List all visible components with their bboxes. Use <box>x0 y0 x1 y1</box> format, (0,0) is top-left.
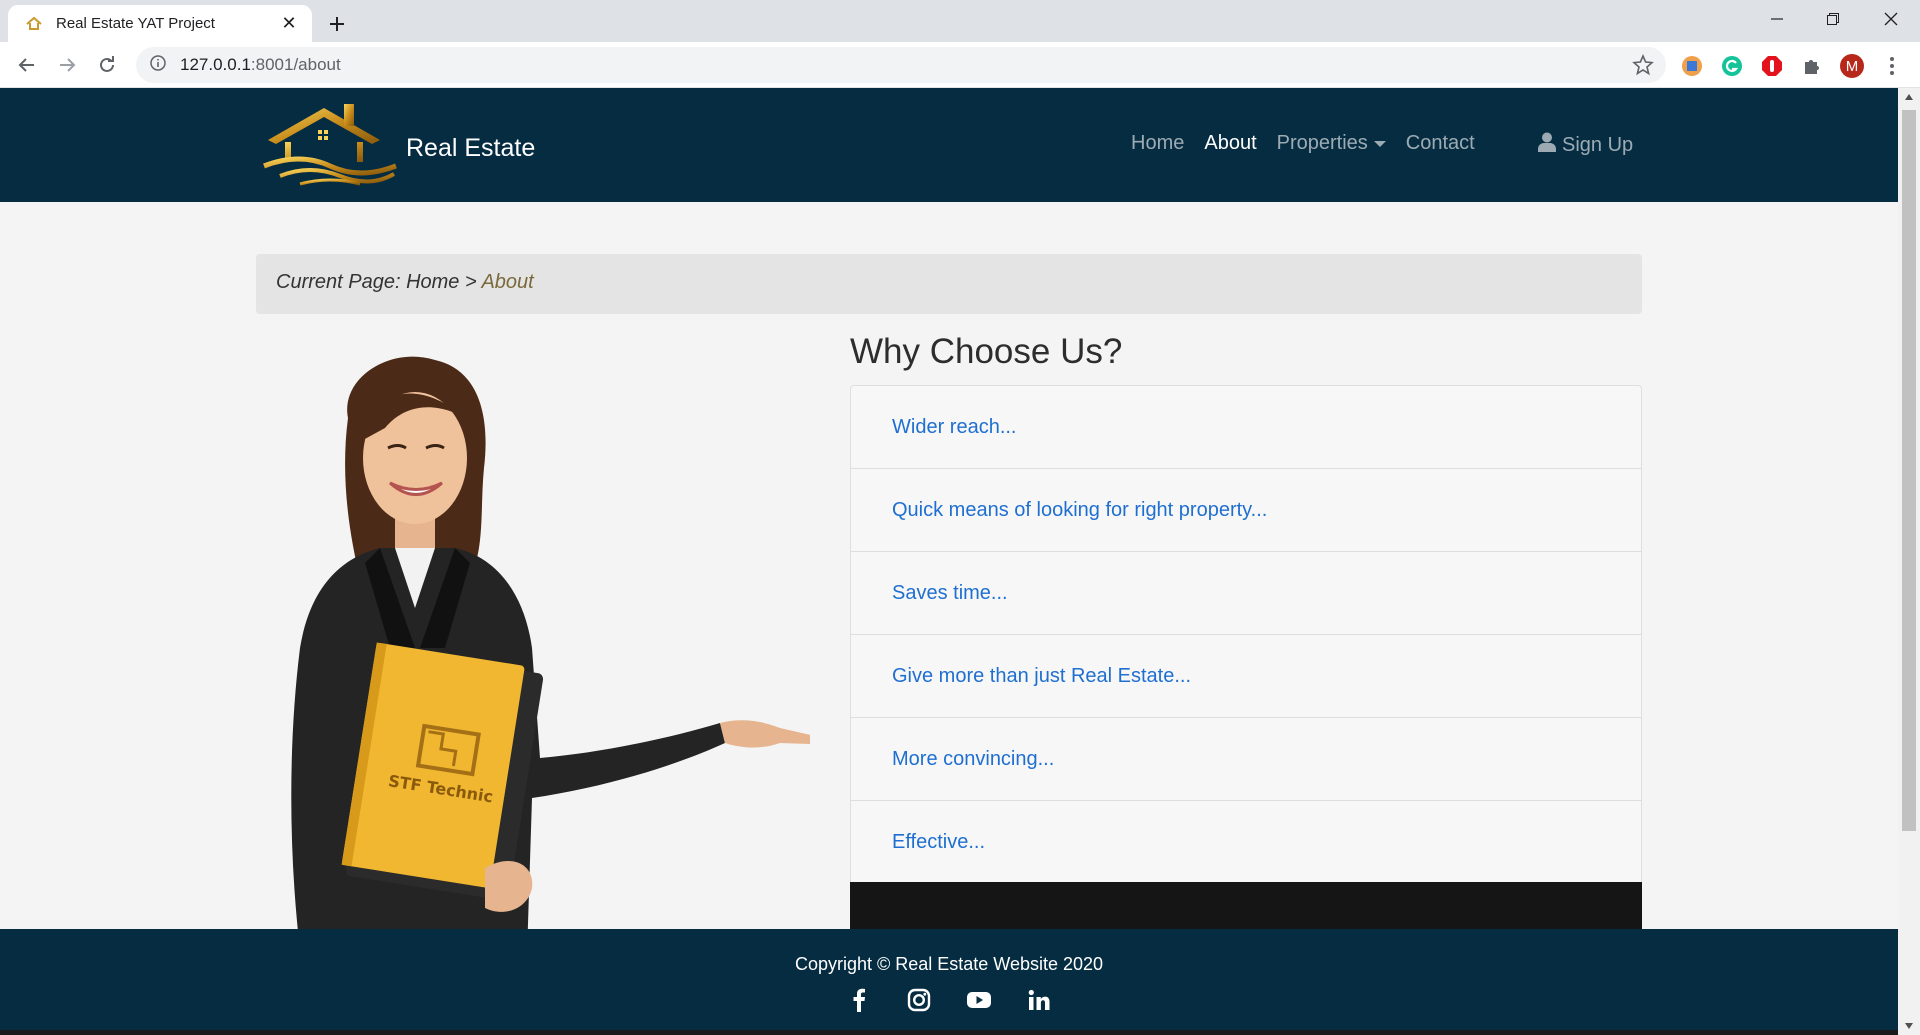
copyright-text: Copyright © Real Estate Website 2020 <box>794 954 1104 974</box>
instagram-icon[interactable] <box>906 987 932 1013</box>
url-text: 127.0.0.1:8001/about <box>180 55 341 74</box>
close-tab-icon[interactable]: ✕ <box>278 13 300 35</box>
info-icon[interactable] <box>150 54 166 76</box>
caret-down-icon <box>1373 140 1386 147</box>
site-footer: Copyright © Real Estate Website 2020 <box>0 929 1898 1035</box>
why-choose-us-title: Why Choose Us? <box>850 332 1123 371</box>
browser-tab[interactable]: Real Estate YAT Project ✕ <box>8 5 312 42</box>
breadcrumb-current: About <box>481 271 534 293</box>
facebook-icon[interactable] <box>846 987 872 1013</box>
nav-about[interactable]: About <box>1204 132 1256 155</box>
main-nav: Home About Properties Contact <box>1131 132 1495 155</box>
house-favicon-icon <box>24 14 44 34</box>
house-logo-icon <box>260 100 400 197</box>
breadcrumb: Current Page: Home > About <box>256 254 1642 314</box>
scroll-down-arrow-icon[interactable] <box>1898 1017 1920 1035</box>
tab-title: Real Estate YAT Project <box>56 15 215 32</box>
adblock-icon[interactable] <box>1760 54 1784 78</box>
grammarly-icon[interactable] <box>1720 54 1744 78</box>
close-window-icon[interactable] <box>1862 0 1920 38</box>
signup-link[interactable]: Sign Up <box>1538 132 1633 158</box>
bookmark-star-icon[interactable] <box>1632 53 1654 76</box>
reason-item[interactable]: Saves time... <box>851 552 1641 635</box>
scroll-up-arrow-icon[interactable] <box>1898 88 1920 106</box>
social-links <box>0 987 1898 1013</box>
profile-avatar[interactable]: M <box>1840 54 1864 78</box>
new-tab-icon[interactable] <box>322 9 352 39</box>
minimize-icon[interactable] <box>1748 0 1806 38</box>
scrollbar-thumb[interactable] <box>1902 110 1916 831</box>
page-viewport: Real Estate Home About Properties Contac… <box>0 88 1898 1035</box>
back-arrow-icon[interactable] <box>11 49 43 81</box>
reason-item[interactable]: Quick means of looking for right propert… <box>851 469 1641 552</box>
reason-item[interactable]: Effective... <box>851 801 1641 884</box>
youtube-icon[interactable] <box>966 987 992 1013</box>
extension-image-icon[interactable] <box>1680 54 1704 78</box>
chrome-menu-icon[interactable] <box>1880 54 1904 78</box>
user-icon <box>1538 132 1556 158</box>
nav-properties-dropdown[interactable]: Properties <box>1277 132 1386 155</box>
breadcrumb-prefix: Current Page: Home > <box>276 271 482 293</box>
page-bottom-edge <box>0 1030 1898 1035</box>
restore-icon[interactable] <box>1804 0 1862 38</box>
reasons-list: Wider reach... Quick means of looking fo… <box>850 385 1642 885</box>
signup-label: Sign Up <box>1562 133 1634 156</box>
nav-home[interactable]: Home <box>1131 132 1184 155</box>
reload-icon[interactable] <box>91 49 123 81</box>
site-navbar: Real Estate Home About Properties Contac… <box>0 88 1898 202</box>
browser-toolbar: 127.0.0.1:8001/about M <box>0 42 1920 88</box>
agent-photo: STF Technic <box>270 348 817 1018</box>
forward-arrow-icon[interactable] <box>51 49 83 81</box>
brand[interactable]: Real Estate <box>260 100 535 197</box>
vertical-scrollbar[interactable] <box>1898 88 1920 1035</box>
linkedin-icon[interactable] <box>1026 987 1052 1013</box>
nav-contact[interactable]: Contact <box>1406 132 1475 155</box>
reason-item[interactable]: Wider reach... <box>851 386 1641 469</box>
browser-tab-bar: Real Estate YAT Project ✕ <box>0 0 1920 42</box>
brand-name: Real Estate <box>406 134 536 162</box>
address-bar[interactable]: 127.0.0.1:8001/about <box>136 47 1666 83</box>
reason-item[interactable]: More convincing... <box>851 718 1641 801</box>
reason-item[interactable]: Give more than just Real Estate... <box>851 635 1641 718</box>
extensions-puzzle-icon[interactable] <box>1800 54 1824 78</box>
